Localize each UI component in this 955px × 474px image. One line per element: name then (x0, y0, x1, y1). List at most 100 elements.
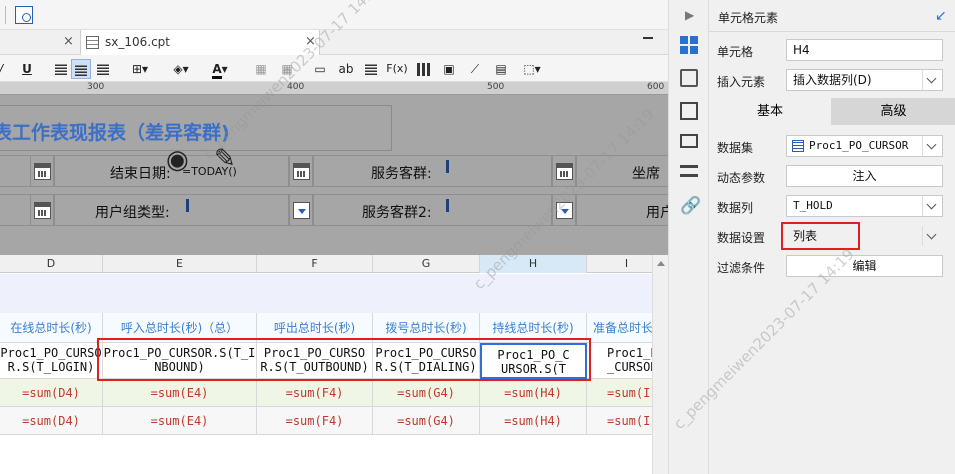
table-cell[interactable]: =sum(H4) (480, 407, 587, 435)
calendar-icon[interactable] (293, 163, 310, 180)
rich-text-icon[interactable] (362, 59, 380, 79)
column-header-f[interactable]: F (257, 255, 373, 273)
table-cell[interactable]: Proc1_PO_CURSOR.S(T_LOGIN) (0, 343, 103, 379)
dataset-label: 数据集 (717, 141, 754, 155)
table-cell[interactable]: 准备总时长 (587, 313, 652, 343)
chevron-down-icon (922, 226, 942, 246)
formula-button[interactable]: F(x) (386, 59, 408, 79)
tab-advanced[interactable]: 高级 (831, 98, 955, 125)
more-icon[interactable]: ⬚▾ (518, 59, 546, 79)
slash-icon[interactable]: ⟋ (466, 59, 484, 79)
table-cell[interactable]: =sum(I (587, 379, 652, 407)
hyperlink-icon[interactable]: 🔗 (680, 197, 701, 215)
hide-icon[interactable]: ◉ (166, 145, 189, 175)
table-row: =sum(D4) =sum(E4) =sum(F4) =sum(G4) =sum… (0, 407, 652, 435)
panel-header: 单元格元素 ↙ (709, 0, 955, 32)
subreport-icon[interactable]: ▤ (492, 59, 510, 79)
table-row (0, 435, 652, 474)
column-header-g[interactable]: G (373, 255, 480, 273)
combo-box-icon[interactable] (556, 202, 573, 219)
insert-bar-icon[interactable]: ▭ (310, 59, 330, 79)
unmerge-icon[interactable]: ▦ (278, 59, 296, 79)
table-row (0, 274, 652, 313)
collapse-arrow-icon[interactable]: ▶ (685, 8, 694, 22)
widget-icon[interactable] (680, 134, 698, 148)
fill-color-button[interactable]: ◈▾ (167, 59, 195, 79)
calendar-icon[interactable] (34, 163, 51, 180)
cell-label: 单元格 (717, 45, 754, 59)
table-cell[interactable]: =sum(G4) (373, 407, 480, 435)
insert-element-select[interactable]: 插入数据列(D) (786, 69, 943, 91)
tab-previous[interactable]: × (0, 30, 80, 55)
condition-icon[interactable] (680, 165, 698, 177)
calendar-icon[interactable] (34, 202, 51, 219)
dataset-select[interactable]: Proc1_PO_CURSOR (786, 135, 943, 157)
data-setting-label: 数据设置 (717, 231, 766, 245)
cell-border-icon[interactable] (680, 102, 698, 120)
table-cell[interactable]: =sum(H4) (480, 379, 587, 407)
merge-icon[interactable]: ▦ (252, 59, 270, 79)
table-cell[interactable]: =sum(E4) (103, 379, 257, 407)
filter-label: 过滤条件 (717, 261, 766, 275)
tab-sx-106[interactable]: sx_106.cpt × (80, 30, 320, 55)
edit-pencil-icon[interactable]: ✎ (214, 144, 236, 174)
image-icon[interactable]: ▣ (440, 59, 458, 79)
tab-close-icon[interactable]: × (305, 30, 316, 54)
underline-button[interactable]: U (18, 59, 36, 79)
align-center-button[interactable] (71, 59, 91, 79)
cell-attribute-icon[interactable] (680, 69, 698, 87)
tab-basic[interactable]: 基本 (709, 98, 831, 125)
scroll-up-icon[interactable] (657, 261, 665, 266)
table-cell[interactable]: Proc1_PO_CURSOR. (587, 343, 652, 379)
table-cell[interactable]: =sum(G4) (373, 379, 480, 407)
align-left-button[interactable] (52, 59, 70, 79)
cell-input[interactable]: H4 (786, 39, 943, 61)
param-widget-marker (446, 160, 449, 173)
tab-label: sx_106.cpt (105, 35, 170, 49)
border-button[interactable]: ⊞▾ (126, 59, 154, 79)
tab-menu-icon[interactable] (643, 37, 653, 46)
combo-box-icon[interactable] (293, 202, 310, 219)
column-header-e[interactable]: E (103, 255, 257, 273)
report-title-cell[interactable]: 表工作表现报表（差异客群) (0, 105, 392, 151)
text-button[interactable]: ab (336, 59, 356, 79)
toolbar-separator (5, 6, 6, 24)
param-widget-marker (186, 199, 189, 212)
column-header-h[interactable]: H (480, 255, 587, 273)
table-cell[interactable]: =sum(F4) (257, 379, 373, 407)
end-date-label: 结束日期: (110, 166, 171, 182)
calendar-icon[interactable] (556, 163, 573, 180)
cell-element-icon[interactable] (680, 36, 698, 54)
edit-filter-button[interactable]: 编辑 (786, 255, 943, 277)
chevron-down-icon (922, 70, 942, 90)
data-column-label: 数据列 (717, 201, 754, 215)
table-row: =sum(D4) =sum(E4) =sum(F4) =sum(G4) =sum… (0, 379, 652, 407)
vertical-scrollbar[interactable] (652, 255, 668, 474)
pin-arrow-icon[interactable]: ↙ (935, 8, 947, 24)
table-cell[interactable]: =sum(I (587, 407, 652, 435)
column-header-d[interactable]: D (0, 255, 103, 273)
user-label: 用户 (646, 205, 668, 221)
table-cell[interactable]: =sum(E4) (103, 407, 257, 435)
align-right-button[interactable] (94, 59, 112, 79)
table-cell[interactable]: =sum(D4) (0, 407, 103, 435)
dataset-icon (792, 140, 804, 152)
data-column-select[interactable]: T_HOLD (786, 195, 943, 217)
table-cell[interactable]: =sum(D4) (0, 379, 103, 407)
column-header-i[interactable]: I (587, 255, 652, 273)
chevron-down-icon (922, 196, 942, 216)
table-cell[interactable]: 在线总时长(秒) (0, 313, 103, 343)
chart-icon[interactable] (414, 59, 432, 79)
seat-label: 坐席 (632, 166, 660, 182)
ruler: 300 400 500 600 (0, 82, 668, 95)
top-toolbar (0, 0, 668, 30)
preview-icon[interactable] (15, 6, 33, 24)
tab-close-icon[interactable]: × (63, 30, 74, 54)
side-icon-strip: ▶ 🔗 (668, 0, 708, 474)
spreadsheet-grid[interactable]: D E F G H I 在线总时长(秒) 呼入总时长(秒)（总） 呼出总时长(秒… (0, 255, 652, 474)
param-widget-marker (446, 199, 449, 212)
font-color-button[interactable]: A▾ (205, 59, 235, 79)
report-title: 表工作表现报表（差异客群) (0, 122, 230, 144)
table-cell[interactable]: =sum(F4) (257, 407, 373, 435)
inject-button[interactable]: 注入 (786, 165, 943, 187)
